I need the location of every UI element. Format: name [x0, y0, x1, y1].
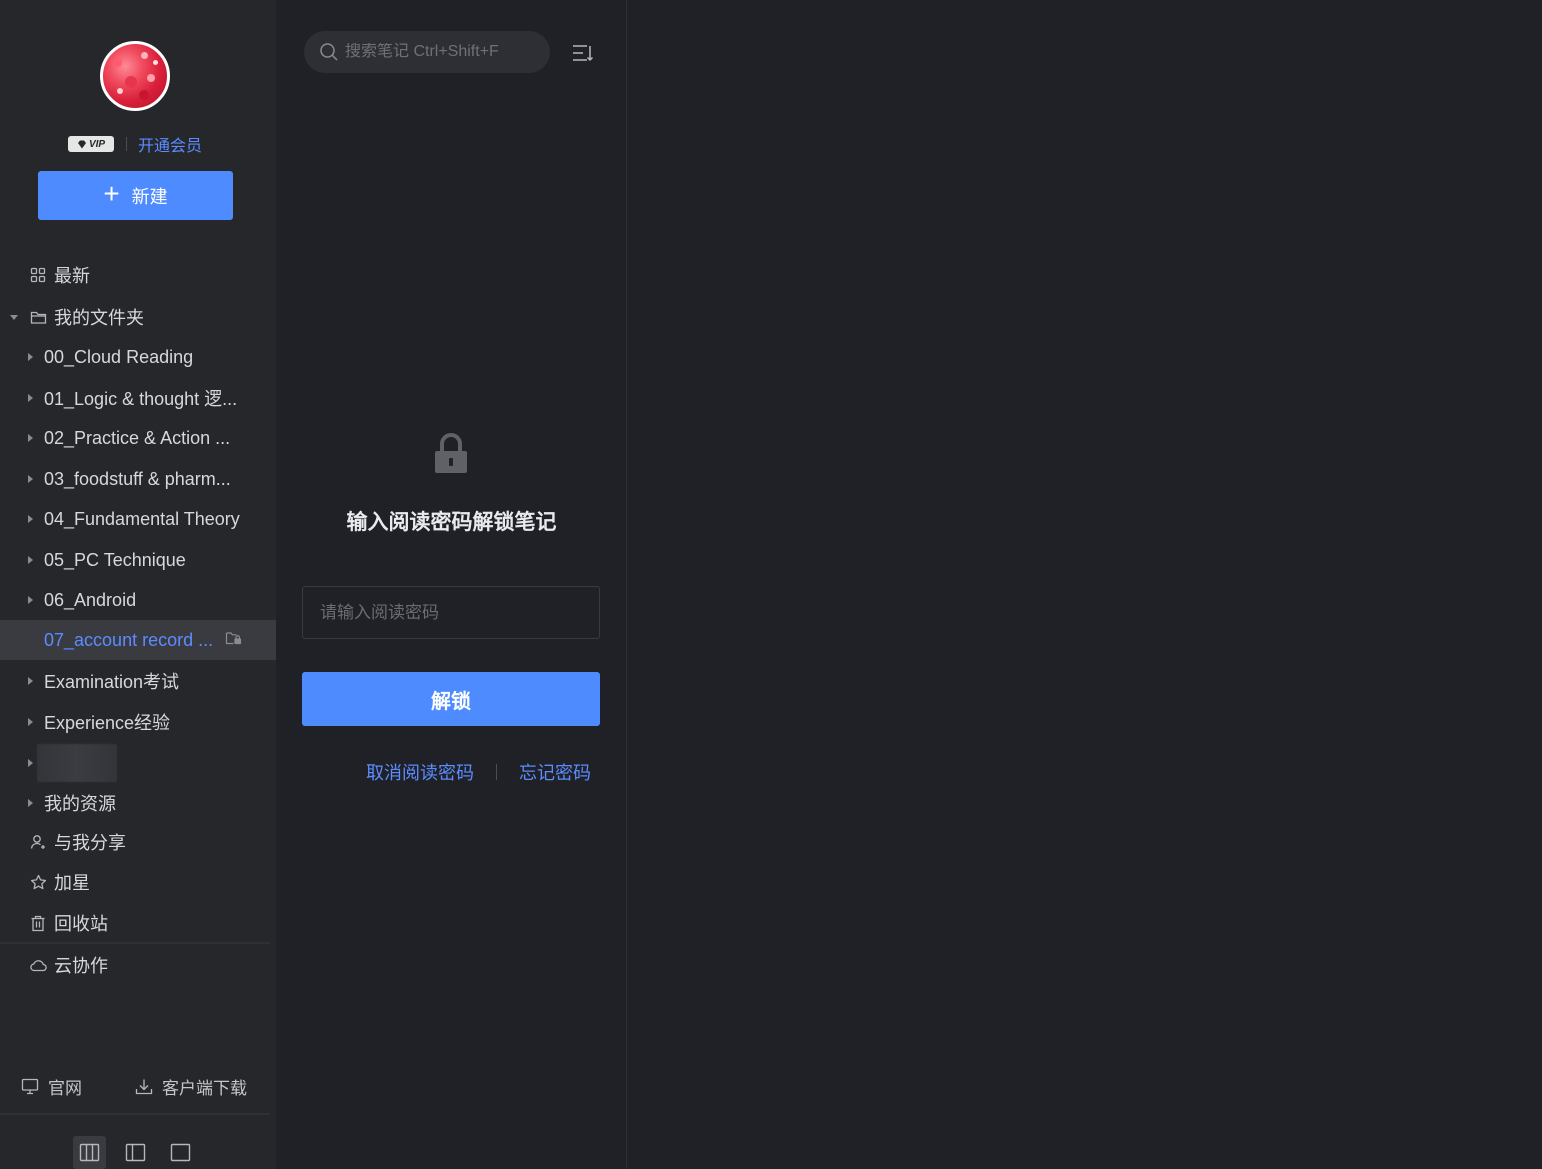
caret-right-icon[interactable]: [28, 394, 33, 402]
cloud-icon: [29, 956, 47, 974]
folder-label: 00_Cloud Reading: [44, 346, 194, 367]
folder-label: 01_Logic & thought 逻...: [44, 389, 238, 409]
note-content-pane: [628, 0, 1542, 1169]
user-share-icon: [29, 833, 47, 851]
forgot-password-link[interactable]: 忘记密码: [519, 759, 591, 785]
sidebar: VIP 开通会员 + 新建 最新 我的文件夹 00_Cloud Reading: [0, 0, 276, 1169]
password-links: 取消阅读密码 忘记密码: [366, 760, 591, 784]
caret-right-icon[interactable]: [28, 759, 33, 767]
website-label: 官网: [48, 1078, 82, 1098]
sidebar-item-recent[interactable]: 最新: [0, 255, 276, 295]
divider: [0, 942, 270, 944]
cancel-password-link[interactable]: 取消阅读密码: [366, 759, 474, 785]
star-icon: [29, 873, 47, 891]
open-membership-link[interactable]: 开通会员: [138, 132, 202, 156]
new-note-button[interactable]: + 新建: [38, 171, 233, 220]
download-client-link[interactable]: 客户端下载: [135, 1074, 247, 1098]
divider: [0, 1113, 270, 1115]
layout-three-column-button[interactable]: [73, 1136, 106, 1169]
folder-label: 04_Fundamental Theory: [44, 508, 240, 529]
folder-label: 06_Android: [44, 589, 137, 610]
vip-row: VIP 开通会员: [68, 132, 202, 156]
folder-item[interactable]: Experience经验: [0, 702, 276, 742]
folder-label: 02_Practice & Action ...: [44, 427, 231, 448]
folder-label: 03_foodstuff & pharm...: [44, 468, 231, 489]
folder-label: 07_account record ...: [44, 629, 214, 650]
search-icon: [320, 43, 338, 61]
caret-right-icon[interactable]: [28, 515, 33, 523]
lock-icon: [433, 433, 469, 480]
caret-right-icon[interactable]: [28, 718, 33, 726]
folder-label: 05_PC Technique: [44, 549, 186, 570]
folder-item[interactable]: Examination考试: [0, 661, 276, 701]
sidebar-item-label: 与我分享: [54, 833, 126, 853]
folder-item-active[interactable]: 07_account record ...: [0, 620, 276, 660]
download-label: 客户端下载: [162, 1078, 247, 1098]
vip-separator: [126, 137, 127, 151]
new-note-label: 新建: [131, 186, 168, 207]
folder-label: Examination考试: [44, 672, 180, 692]
sidebar-item-label: 云协作: [54, 956, 108, 976]
caret-right-icon[interactable]: [28, 353, 33, 361]
locked-folder-icon: [225, 630, 242, 651]
sidebar-item-label: 加星: [54, 873, 90, 893]
sidebar-item-label: 回收站: [54, 914, 108, 934]
trash-icon: [29, 914, 47, 932]
folder-item[interactable]: 03_foodstuff & pharm...: [0, 459, 276, 499]
folder-icon: [29, 308, 47, 326]
two-column-icon: [125, 1143, 146, 1162]
sidebar-item-cloud[interactable]: 云协作: [0, 945, 276, 985]
sidebar-item-trash[interactable]: 回收站: [0, 903, 276, 943]
vip-badge-label: VIP: [88, 138, 106, 150]
caret-down-icon[interactable]: [10, 314, 18, 320]
sidebar-item-shared[interactable]: 与我分享: [0, 822, 276, 862]
three-column-icon: [79, 1143, 100, 1162]
folder-item[interactable]: 00_Cloud Reading: [0, 337, 276, 377]
unlock-button[interactable]: 解锁: [302, 672, 600, 726]
folder-item[interactable]: 04_Fundamental Theory: [0, 499, 276, 539]
plus-icon: +: [103, 178, 120, 209]
folder-label: Experience经验: [44, 713, 171, 733]
unlock-title: 输入阅读密码解锁笔记: [346, 511, 557, 534]
password-input[interactable]: [302, 586, 600, 639]
folder-item[interactable]: 06_Android: [0, 580, 276, 620]
note-list-pane: 输入阅读密码解锁笔记 解锁 取消阅读密码 忘记密码: [276, 0, 627, 1169]
folder-item[interactable]: 01_Logic & thought 逻...: [0, 378, 276, 418]
diamond-icon: [77, 140, 86, 148]
sort-button[interactable]: [570, 40, 596, 66]
grid-icon: [29, 266, 47, 284]
download-icon: [135, 1078, 153, 1095]
folder-item-redacted[interactable]: [0, 743, 276, 783]
sidebar-item-starred[interactable]: 加星: [0, 862, 276, 902]
search-box[interactable]: [304, 31, 550, 73]
caret-right-icon[interactable]: [28, 475, 33, 483]
caret-right-icon[interactable]: [28, 677, 33, 685]
caret-right-icon[interactable]: [28, 596, 33, 604]
folder-item[interactable]: 我的资源: [0, 783, 276, 823]
sidebar-item-label: 最新: [54, 266, 90, 286]
sidebar-item-my-folders[interactable]: 我的文件夹: [0, 297, 276, 337]
search-input[interactable]: [345, 43, 545, 61]
layout-two-column-button[interactable]: [119, 1136, 152, 1169]
avatar[interactable]: [100, 41, 170, 111]
caret-right-icon[interactable]: [28, 556, 33, 564]
link-separator: [496, 764, 497, 780]
folder-label: 我的资源: [44, 794, 116, 814]
vip-badge: VIP: [68, 136, 114, 152]
caret-right-icon[interactable]: [28, 799, 33, 807]
layout-single-column-button[interactable]: [164, 1136, 197, 1169]
sort-icon: [573, 45, 594, 62]
caret-right-icon[interactable]: [28, 434, 33, 442]
folder-item[interactable]: 05_PC Technique: [0, 540, 276, 580]
folder-item[interactable]: 02_Practice & Action ...: [0, 418, 276, 458]
redacted-folder-label: [37, 744, 117, 782]
monitor-icon: [21, 1078, 39, 1095]
sidebar-item-label: 我的文件夹: [54, 308, 144, 328]
single-column-icon: [170, 1143, 191, 1162]
website-link[interactable]: 官网: [21, 1074, 82, 1098]
